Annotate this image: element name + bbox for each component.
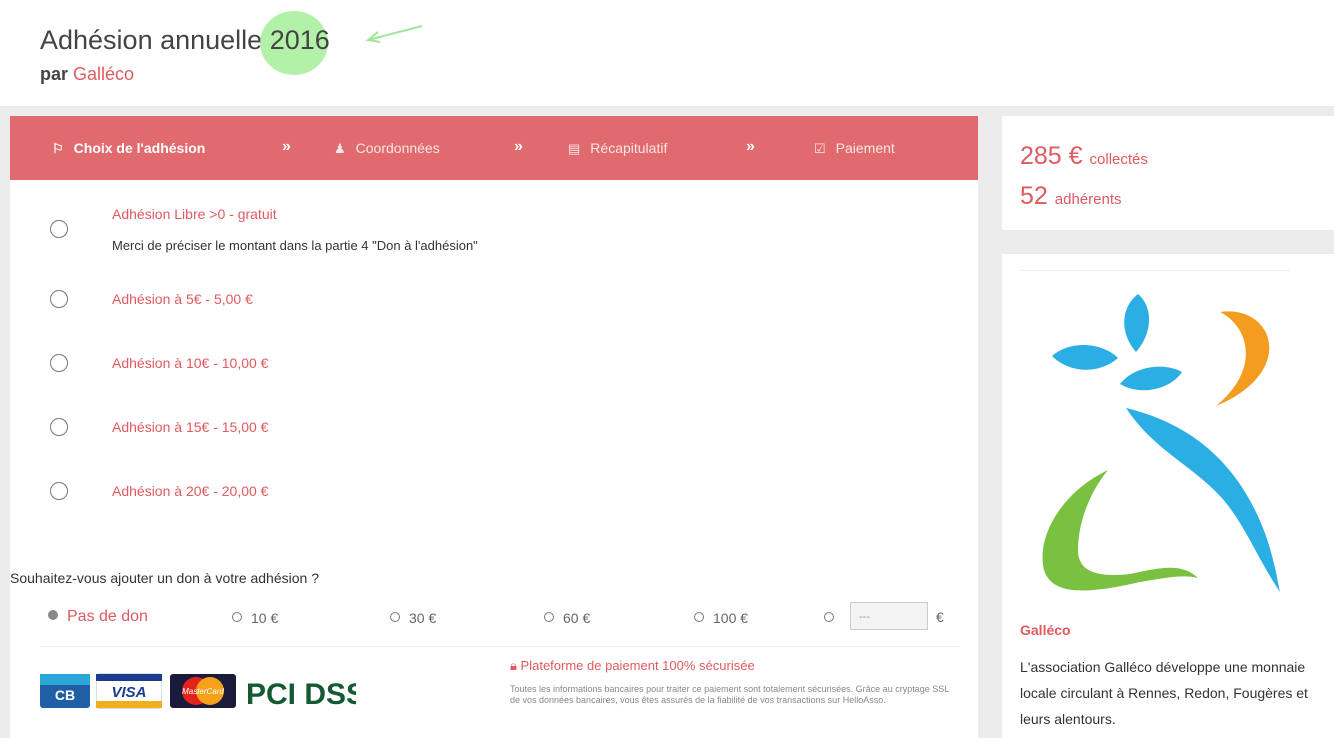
flag-icon: ⚐ (52, 141, 64, 156)
donation-currency: € (936, 609, 944, 625)
cb-card-icon: CB (40, 674, 90, 708)
organization-card: Galléco L'association Galléco développe … (1002, 254, 1334, 738)
member-count: 52 adhérents (1020, 182, 1122, 210)
divider (1020, 270, 1290, 271)
organizer-link[interactable]: Galléco (73, 64, 134, 84)
option-label: Adhésion Libre >0 - gratuit (112, 206, 277, 222)
radio-dot (232, 612, 242, 622)
radio-dot (694, 612, 704, 622)
check-square-icon: ☑ (814, 141, 826, 156)
pci-dss-icon: PCI DSS (246, 678, 356, 711)
option-radio[interactable] (50, 354, 68, 372)
step-separator: » (514, 138, 523, 155)
svg-text:CB: CB (55, 687, 75, 703)
radio-dot (544, 612, 554, 622)
lock-icon: 🔒︎ (510, 658, 517, 673)
donation-choice-10[interactable]: 10 € (232, 610, 278, 626)
svg-text:VISA: VISA (111, 684, 146, 701)
donation-choice-none[interactable]: Pas de don (48, 608, 148, 626)
donation-question: Souhaitez-vous ajouter un don à votre ad… (10, 570, 319, 586)
svg-text:MasterCard: MasterCard (182, 687, 224, 696)
donation-choice-60[interactable]: 60 € (544, 610, 590, 626)
arrow-annotation-icon (365, 25, 423, 43)
list-icon: ▤ (568, 141, 581, 156)
mastercard-icon: MasterCard (170, 674, 236, 708)
user-icon: ♟ (334, 141, 346, 156)
secure-payment-text: Toutes les informations bancaires pour t… (510, 684, 949, 705)
title-prefix: Adhésion annuelle (40, 25, 270, 55)
option-label: Adhésion à 20€ - 20,00 € (112, 483, 269, 499)
donation-custom-input[interactable]: --- (850, 602, 928, 630)
option-label: Adhésion à 5€ - 5,00 € (112, 291, 253, 307)
galleco-logo (1042, 294, 1280, 592)
option-radio[interactable] (50, 290, 68, 308)
page-title: Adhésion annuelle 2016 (40, 11, 330, 75)
step-payment[interactable]: ☑ Paiement (814, 140, 895, 157)
page-header: Adhésion annuelle 2016 par Galléco (0, 0, 1334, 106)
option-radio[interactable] (50, 482, 68, 500)
donation-choice-30[interactable]: 30 € (390, 610, 436, 626)
steps-bar: ⚐ Choix de l'adhésion » ♟ Coordonnées » ▤ R… (10, 116, 978, 180)
svg-text:PCI DSS: PCI DSS (246, 678, 356, 711)
step-summary[interactable]: ▤ Récapitulatif (568, 140, 667, 157)
donation-choice-100[interactable]: 100 € (694, 610, 748, 626)
radio-dot (48, 610, 58, 620)
divider (40, 646, 960, 647)
option-label: Adhésion à 10€ - 10,00 € (112, 355, 269, 371)
organization-name[interactable]: Galléco (1020, 622, 1071, 638)
step-choice[interactable]: ⚐ Choix de l'adhésion (52, 140, 205, 157)
organization-description: L'association Galléco développe une monn… (1020, 659, 1308, 727)
step-contact[interactable]: ♟ Coordonnées (334, 140, 440, 157)
title-year: 2016 (259, 11, 330, 75)
stats-box: 285 € collectés 52 adhérents (1002, 116, 1334, 230)
page-subtitle: par Galléco (40, 64, 135, 84)
secure-payment-title: 🔒︎ Plateforme de paiement 100% sécurisée (510, 658, 755, 673)
radio-dot (390, 612, 400, 622)
option-description: Merci de préciser le montant dans la par… (112, 238, 478, 253)
step-separator: » (746, 138, 755, 155)
donation-choice-custom[interactable] (824, 610, 843, 626)
option-label: Adhésion à 15€ - 15,00 € (112, 419, 269, 435)
radio-dot (824, 612, 834, 622)
amount-collected: 285 € collectés (1020, 142, 1148, 170)
membership-form-panel: ⚐ Choix de l'adhésion » ♟ Coordonnées » ▤ R… (10, 116, 978, 738)
visa-card-icon: VISA (96, 673, 162, 709)
option-radio[interactable] (50, 418, 68, 436)
option-radio[interactable] (50, 220, 68, 238)
step-separator: » (282, 138, 291, 155)
